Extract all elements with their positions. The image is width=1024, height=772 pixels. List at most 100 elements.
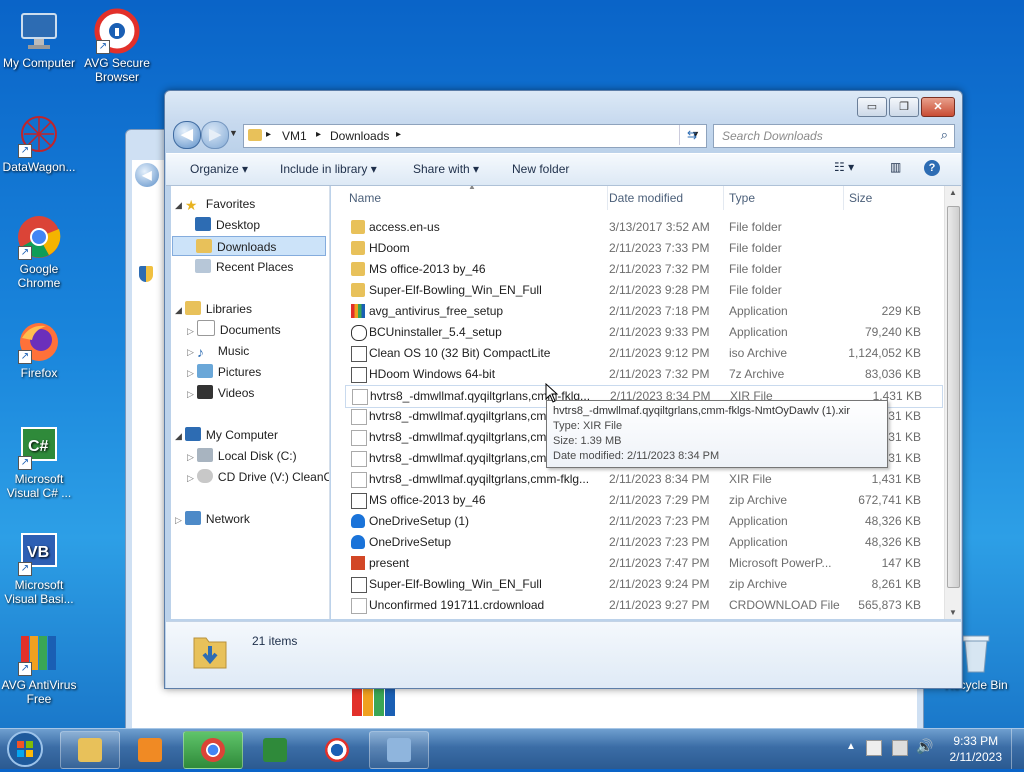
column-header-type[interactable]: Type	[723, 186, 844, 210]
share-with-menu[interactable]: Share with ▾	[413, 162, 479, 176]
bc-icon	[351, 325, 367, 341]
file-row[interactable]: access.en-us 3/13/2017 3:52 AM File folder	[345, 217, 941, 238]
file-row[interactable]: avg_antivirus_free_setup 2/11/2023 7:18 P…	[345, 301, 941, 322]
collapse-arrow-icon[interactable]: ▷	[187, 452, 194, 462]
column-header-size[interactable]: Size	[843, 186, 929, 210]
search-input[interactable]: Search Downloads ⌕	[713, 124, 955, 148]
desktop-icon-datawagon[interactable]: ↗ DataWagon...	[0, 112, 78, 174]
taskbar-media-player-button[interactable]	[120, 731, 180, 769]
expand-arrow-icon[interactable]: ◢	[175, 200, 182, 210]
file-row[interactable]: OneDriveSetup (1) 2/11/2023 7:23 PM Applic…	[345, 511, 941, 532]
nav-videos[interactable]: ▷ Videos	[187, 383, 254, 403]
nav-pictures[interactable]: ▷ Pictures	[187, 362, 261, 382]
desktop-icon-visual-basic[interactable]: VB ↗ Microsoft Visual Basi...	[0, 530, 78, 606]
file-size: 1,431 KB	[871, 472, 921, 486]
back-button[interactable]: ◀	[173, 121, 201, 149]
file-row[interactable]: OneDriveSetup 2/11/2023 7:23 PM Applicatio…	[345, 532, 941, 553]
address-separator[interactable]: ▸	[316, 129, 321, 140]
expand-arrow-icon[interactable]: ◢	[175, 431, 182, 441]
firefox-icon: ↗	[16, 318, 62, 364]
collapse-arrow-icon[interactable]: ▷	[187, 473, 194, 483]
nav-music[interactable]: ▷ ♪ Music	[187, 341, 249, 361]
desktop-icon-my-computer[interactable]: My Computer	[0, 8, 78, 70]
file-row[interactable]: Super-Elf-Bowling_Win_EN_Full 2/11/2023 9…	[345, 280, 941, 301]
desktop-icon-visual-csharp[interactable]: C# ↗ Microsoft Visual C# ...	[0, 424, 78, 500]
file-row[interactable]: present 2/11/2023 7:47 PM Microsoft PowerP…	[345, 553, 941, 574]
forward-button[interactable]: ▶	[201, 121, 229, 149]
refresh-button[interactable]: ⇆	[679, 125, 704, 145]
expand-arrow-icon[interactable]: ◢	[175, 305, 182, 315]
taskbar-avg-browser-button[interactable]	[307, 731, 367, 769]
help-icon[interactable]: ?	[924, 160, 940, 176]
desktop-icon-avg-secure-browser[interactable]: ↗ AVG Secure Browser	[78, 8, 156, 84]
close-button[interactable]: ✕	[921, 97, 955, 117]
nav-desktop[interactable]: Desktop	[195, 215, 260, 235]
nav-libraries[interactable]: ◢ Libraries	[175, 299, 252, 319]
nav-downloads[interactable]: Downloads	[172, 236, 326, 256]
column-header-date[interactable]: Date modified	[603, 186, 724, 210]
desktop-icon-avg-antivirus[interactable]: ↗ AVG AntiVirus Free	[0, 630, 78, 706]
search-icon[interactable]: ⌕	[941, 127, 948, 143]
column-header-name[interactable]: Name	[343, 186, 608, 210]
breadcrumb-vm1[interactable]: VM1	[282, 129, 307, 143]
volume-icon[interactable]: 🔊	[916, 738, 933, 755]
vertical-scrollbar[interactable]: ▲ ▼	[944, 186, 961, 619]
minimize-button[interactable]: ▭	[857, 97, 887, 117]
scroll-up-arrow-icon[interactable]: ▲	[949, 188, 957, 197]
show-hidden-icons-arrow[interactable]: ▲	[846, 741, 856, 752]
file-date: 2/11/2023 9:28 PM	[609, 283, 710, 297]
nav-network[interactable]: ▷ Network	[175, 509, 250, 529]
show-desktop-button[interactable]	[1011, 729, 1024, 769]
action-center-flag-icon[interactable]	[866, 740, 882, 756]
scrollbar-thumb[interactable]	[947, 206, 960, 588]
preview-pane-icon[interactable]: ▥	[890, 160, 901, 174]
desktop-icon-google-chrome[interactable]: ↗ Google Chrome	[0, 214, 78, 290]
file-row[interactable]: WinCDEmu-4.1 2/11/2023 9:10 PM Application…	[345, 616, 941, 619]
file-type: File folder	[729, 220, 782, 234]
nav-documents[interactable]: ▷ Documents	[187, 320, 281, 340]
desktop-icon-firefox[interactable]: ↗ Firefox	[0, 318, 78, 380]
file-row[interactable]: MS office-2013 by_46 2/11/2023 7:32 PM Fil…	[345, 259, 941, 280]
file-row[interactable]: MS office-2013 by_46 2/11/2023 7:29 PM zip…	[345, 490, 941, 511]
collapse-arrow-icon[interactable]: ▷	[187, 326, 194, 336]
system-clock[interactable]: 9:33 PM 2/11/2023	[950, 733, 1003, 765]
collapse-arrow-icon[interactable]: ▷	[187, 368, 194, 378]
new-folder-button[interactable]: New folder	[512, 162, 569, 176]
recent-pages-dropdown[interactable]: ▼	[229, 128, 238, 138]
file-row[interactable]: hvtrs8_-dmwllmaf.qyqiltgrlans,cmm-fklg..…	[345, 469, 941, 490]
start-button[interactable]	[4, 729, 46, 769]
nav-favorites[interactable]: ◢ ★ Favorites	[175, 194, 255, 214]
file-row[interactable]: HDoom 2/11/2023 7:33 PM File folder	[345, 238, 941, 259]
taskbar-visual-csharp-button[interactable]	[245, 731, 305, 769]
explorer-window: ▭ ❐ ✕ ◀ ▶ ▼ ▸ VM1 ▸ Downloads ▸ ▼ ⇆ Sear…	[164, 90, 963, 689]
network-status-icon[interactable]	[892, 740, 908, 756]
taskbar-chrome-button[interactable]	[183, 731, 243, 769]
file-row[interactable]: Unconfirmed 191711.crdownload 2/11/2023 9…	[345, 595, 941, 616]
address-bar[interactable]: ▸ VM1 ▸ Downloads ▸ ▼	[243, 124, 707, 148]
nav-cd-drive[interactable]: ▷ CD Drive (V:) CleanC	[187, 467, 329, 487]
nav-recent-places[interactable]: Recent Places	[195, 257, 293, 277]
file-row[interactable]: Super-Elf-Bowling_Win_EN_Full 2/11/2023 9…	[345, 574, 941, 595]
view-options-icon[interactable]: ☷ ▾	[834, 160, 854, 174]
file-row[interactable]: HDoom Windows 64-bit 2/11/2023 7:32 PM 7z …	[345, 364, 941, 385]
collapse-arrow-icon[interactable]: ▷	[175, 515, 182, 525]
file-date: 2/11/2023 7:23 PM	[609, 514, 710, 528]
nav-my-computer[interactable]: ◢ My Computer	[175, 425, 278, 445]
file-row[interactable]: Clean OS 10 (32 Bit) CompactLite 2/11/202…	[345, 343, 941, 364]
file-type: Microsoft PowerP...	[729, 556, 832, 570]
organize-menu[interactable]: Organize ▾	[190, 162, 248, 176]
include-in-library-menu[interactable]: Include in library ▾	[280, 162, 377, 176]
file-row[interactable]: BCUninstaller_5.4_setup 2/11/2023 9:33 PM…	[345, 322, 941, 343]
collapse-arrow-icon[interactable]: ▷	[187, 389, 194, 399]
collapse-arrow-icon[interactable]: ▷	[187, 347, 194, 357]
computer-icon	[16, 8, 62, 54]
address-separator[interactable]: ▸	[396, 129, 401, 140]
taskbar-explorer-button[interactable]	[60, 731, 120, 769]
breadcrumb-downloads[interactable]: Downloads	[330, 129, 389, 143]
hard-disk-icon	[196, 448, 213, 462]
maximize-button[interactable]: ❐	[889, 97, 919, 117]
chrome-icon	[201, 738, 225, 762]
scroll-down-arrow-icon[interactable]: ▼	[949, 608, 957, 617]
taskbar-control-panel-button[interactable]	[369, 731, 429, 769]
nav-local-disk[interactable]: ▷ Local Disk (C:)	[187, 446, 297, 466]
